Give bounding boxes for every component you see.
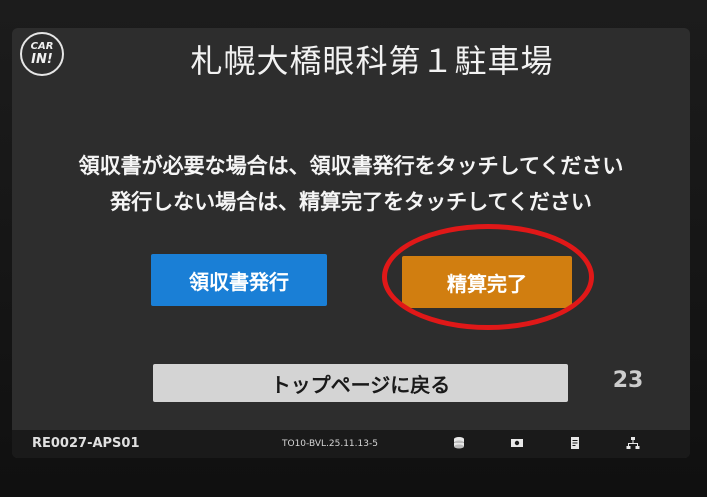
red-highlight-circle bbox=[382, 224, 594, 330]
back-to-top-button[interactable]: トップページに戻る bbox=[153, 364, 568, 402]
software-version: TO10-BVL.25.11.13-5 bbox=[282, 439, 378, 449]
status-bar: RE0027-APS01 TO10-BVL.25.11.13-5 bbox=[12, 430, 690, 458]
issue-receipt-button[interactable]: 領収書発行 bbox=[151, 254, 327, 306]
coin-icon bbox=[454, 437, 464, 449]
instruction-line-1: 領収書が必要な場合は、領収書発行をタッチしてください bbox=[78, 154, 624, 178]
page-title: 札幌大橋眼科第１駐車場 bbox=[190, 42, 554, 80]
bill-icon bbox=[511, 439, 523, 447]
station-id: RE0027-APS01 bbox=[32, 436, 140, 451]
countdown-timer: 23 bbox=[612, 368, 644, 393]
instruction-line-2: 発行しない場合は、精算完了をタッチしてください bbox=[110, 190, 592, 214]
logo-text-in: IN! bbox=[31, 52, 53, 67]
network-icon bbox=[626, 437, 640, 449]
kiosk-bezel: CAR IN! 札幌大橋眼科第１駐車場 領収書が必要な場合は、領収書発行をタッチ… bbox=[0, 0, 707, 497]
kiosk-screen: CAR IN! 札幌大橋眼科第１駐車場 領収書が必要な場合は、領収書発行をタッチ… bbox=[12, 28, 690, 458]
logo-text-car: CAR bbox=[30, 41, 54, 52]
receipt-icon bbox=[571, 437, 579, 449]
car-in-logo: CAR IN! bbox=[20, 32, 64, 76]
instruction-message: 領収書が必要な場合は、領収書発行をタッチしてください 発行しない場合は、精算完了… bbox=[12, 148, 690, 220]
